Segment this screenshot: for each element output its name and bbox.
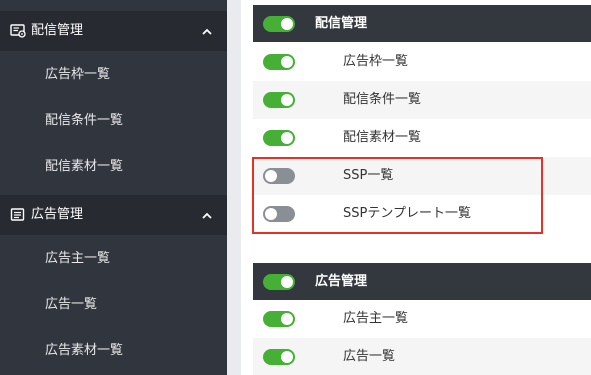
permission-row: 配信素材一覧 bbox=[253, 119, 591, 157]
ad-list-icon bbox=[10, 208, 26, 222]
section-title: 広告管理 bbox=[315, 274, 368, 289]
sidebar-item-label: 配信条件一覧 bbox=[45, 113, 124, 128]
permission-toggle[interactable] bbox=[263, 92, 295, 108]
permission-toggle[interactable] bbox=[263, 206, 295, 222]
toggle-knob bbox=[281, 132, 293, 144]
permission-toggle[interactable] bbox=[263, 54, 295, 70]
toggle-knob bbox=[265, 208, 277, 220]
toggle-knob bbox=[281, 276, 293, 288]
sidebar-divider bbox=[227, 0, 241, 375]
toggle-knob bbox=[281, 18, 293, 30]
section-title: 配信管理 bbox=[315, 16, 368, 31]
permission-label: 広告主一覧 bbox=[343, 311, 409, 326]
sidebar-item-delivery-conditions[interactable]: 配信条件一覧 bbox=[0, 98, 227, 144]
toggle-knob bbox=[281, 351, 293, 363]
toggle-knob bbox=[281, 56, 293, 68]
toggle-knob bbox=[281, 94, 293, 106]
section-toggle[interactable] bbox=[263, 274, 295, 290]
section-toggle[interactable] bbox=[263, 16, 295, 32]
permission-label: SSPテンプレート一覧 bbox=[343, 206, 471, 221]
sidebar-item-label: 広告枠一覧 bbox=[45, 67, 111, 82]
sidebar-item-ad-materials[interactable]: 広告素材一覧 bbox=[0, 328, 227, 374]
sidebar-item-label: 広告主一覧 bbox=[45, 251, 111, 266]
section-header-ads: 広告管理 bbox=[253, 263, 591, 300]
permission-row: 配信条件一覧 bbox=[253, 81, 591, 119]
sidebar-item-label: 広告一覧 bbox=[45, 297, 98, 312]
sidebar-item-label: 広告素材一覧 bbox=[45, 343, 124, 358]
permission-row: 広告一覧 bbox=[253, 338, 591, 375]
chevron-up-icon[interactable] bbox=[201, 26, 213, 36]
section-header-delivery: 配信管理 bbox=[253, 5, 591, 42]
permission-label: 広告枠一覧 bbox=[343, 54, 409, 69]
permission-toggle[interactable] bbox=[263, 311, 295, 327]
permission-toggle[interactable] bbox=[263, 168, 295, 184]
sidebar-group-label: 配信管理 bbox=[31, 23, 84, 38]
permission-row: SSPテンプレート一覧 bbox=[253, 195, 591, 233]
sidebar-group-ads[interactable]: 広告管理 bbox=[0, 195, 227, 235]
sidebar: 配信管理 広告枠一覧 配信条件一覧 配信素材一覧 広告管理 広告主一覧 広告一覧 bbox=[0, 0, 227, 375]
sidebar-group-delivery[interactable]: 配信管理 bbox=[0, 11, 227, 51]
sidebar-item-ad-slots[interactable]: 広告枠一覧 bbox=[0, 52, 227, 98]
sidebar-item-ads[interactable]: 広告一覧 bbox=[0, 282, 227, 328]
permission-toggle[interactable] bbox=[263, 130, 295, 146]
sidebar-item-delivery-materials[interactable]: 配信素材一覧 bbox=[0, 144, 227, 190]
sidebar-item-label: 配信素材一覧 bbox=[45, 159, 124, 174]
chevron-up-icon[interactable] bbox=[201, 210, 213, 220]
permission-toggle[interactable] bbox=[263, 349, 295, 365]
toggle-knob bbox=[281, 313, 293, 325]
permission-row: SSP一覧 bbox=[253, 157, 591, 195]
permission-label: 広告一覧 bbox=[343, 349, 396, 364]
sidebar-group-label: 広告管理 bbox=[31, 207, 84, 222]
permission-label: 配信素材一覧 bbox=[343, 130, 422, 145]
permission-row: 広告枠一覧 bbox=[253, 43, 591, 81]
sidebar-item-advertisers[interactable]: 広告主一覧 bbox=[0, 236, 227, 282]
permission-label: SSP一覧 bbox=[343, 168, 394, 183]
permission-row: 広告主一覧 bbox=[253, 300, 591, 338]
delivery-settings-icon bbox=[10, 24, 26, 38]
permissions-panel: 配信管理 広告枠一覧 配信条件一覧 配信素材一覧 SSP一覧 SSPテンプレート… bbox=[241, 0, 591, 375]
permission-label: 配信条件一覧 bbox=[343, 92, 422, 107]
toggle-knob bbox=[265, 170, 277, 182]
